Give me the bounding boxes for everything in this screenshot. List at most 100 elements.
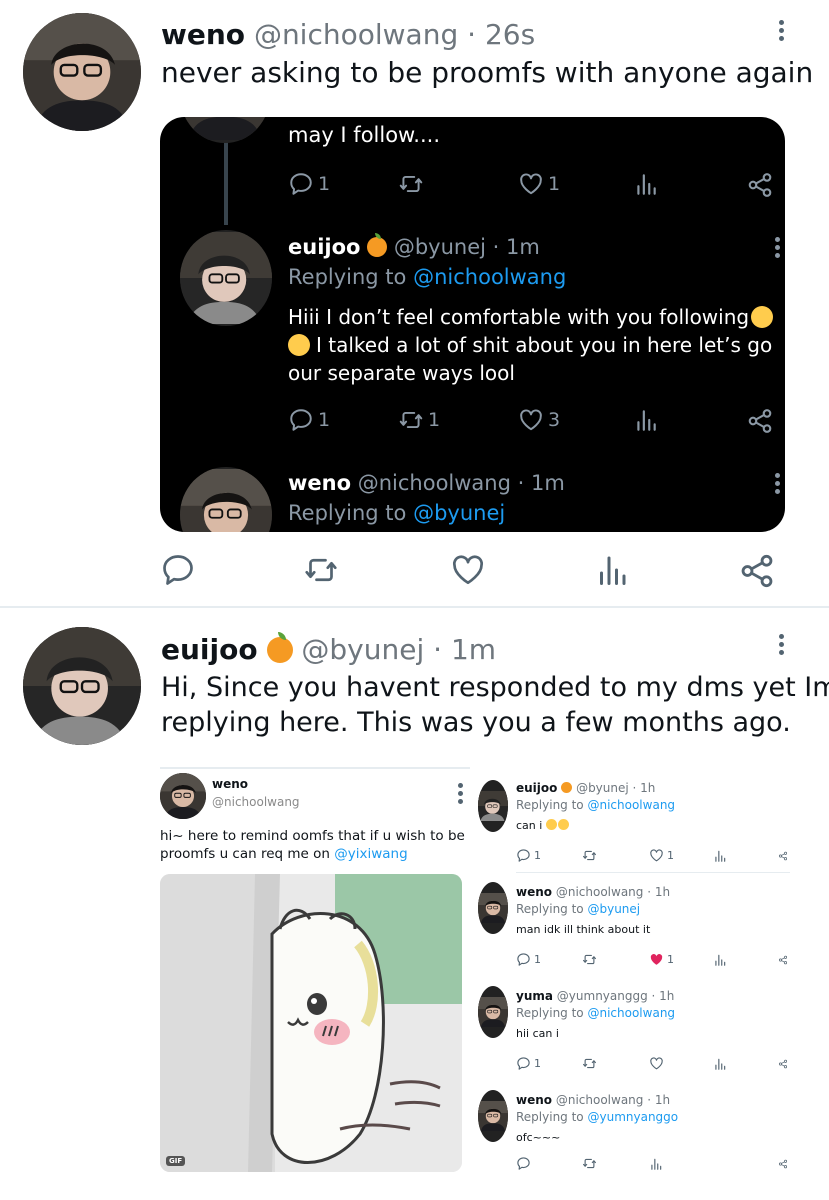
replying-to: Replying to @nichoolwang xyxy=(288,265,567,289)
avatar xyxy=(180,230,272,326)
like-icon xyxy=(649,952,664,967)
reply-button: 1 xyxy=(516,1056,541,1071)
action-bar: 1 1 xyxy=(288,171,778,199)
avatar[interactable] xyxy=(23,13,141,131)
analytics-button[interactable] xyxy=(633,171,659,197)
like-icon xyxy=(649,848,664,863)
retweet-button[interactable]: 1 xyxy=(398,407,440,433)
tweet-header: weno @nichoolwang · 26s xyxy=(161,17,535,53)
display-name: euijoo xyxy=(288,235,361,259)
like-button[interactable] xyxy=(450,552,486,588)
share-button[interactable] xyxy=(738,552,776,590)
retweet-icon xyxy=(398,407,424,433)
action-bar xyxy=(516,1156,786,1172)
reply-button: 1 xyxy=(516,952,541,967)
more-icon[interactable] xyxy=(775,473,780,494)
like-icon xyxy=(649,1056,664,1071)
reply-button[interactable]: 1 xyxy=(288,407,330,433)
crying-emoji xyxy=(288,334,310,356)
retweet-icon xyxy=(582,848,597,863)
avatar[interactable] xyxy=(23,627,141,745)
analytics-button[interactable] xyxy=(633,407,659,433)
reply-button[interactable]: 1 xyxy=(288,171,330,197)
reply-header: weno @nichoolwang · 1m xyxy=(288,469,565,497)
handle[interactable]: @byunej xyxy=(301,633,424,666)
analytics-icon xyxy=(713,1057,727,1071)
reply-button[interactable] xyxy=(160,552,196,588)
tweet-text: may I follow.... xyxy=(288,123,441,147)
reply-item: yuma @yumnyanggg · 1h Replying to @nicho… xyxy=(476,982,790,1082)
replying-to: Replying to @nichoolwang xyxy=(516,1006,676,1020)
more-icon[interactable] xyxy=(775,237,780,258)
display-name[interactable]: euijoo xyxy=(161,633,258,666)
like-icon xyxy=(518,407,544,433)
analytics-icon xyxy=(713,849,727,863)
retweet-icon xyxy=(398,171,424,197)
share-icon xyxy=(746,171,774,199)
reply-header: yuma @yumnyanggg · 1h xyxy=(516,989,675,1003)
like-icon xyxy=(518,171,544,197)
share-icon xyxy=(738,552,776,590)
timestamp: · 1m xyxy=(492,235,540,259)
timestamp[interactable]: · 26s xyxy=(467,18,535,51)
handle[interactable]: @nichoolwang xyxy=(254,18,458,51)
replying-to: Replying to @byunej xyxy=(288,501,506,525)
mention-link[interactable]: @byunej xyxy=(413,501,505,525)
share-icon xyxy=(746,407,774,435)
action-bar: 1 1 3 xyxy=(288,407,778,435)
top-border xyxy=(160,767,470,769)
tweet-text: never asking to be proomfs with anyone a… xyxy=(161,56,814,89)
retweet-button[interactable] xyxy=(303,552,339,588)
reply-icon xyxy=(516,1056,531,1071)
analytics-icon xyxy=(649,1157,663,1171)
like-button: 1 xyxy=(649,848,674,863)
attached-image-left[interactable]: weno @nichoolwang hi~ here to remind oom… xyxy=(160,767,470,1177)
handle: @byunej xyxy=(393,235,486,259)
orange-emoji xyxy=(561,782,573,793)
retweet-icon xyxy=(303,552,339,588)
share-icon xyxy=(778,1059,788,1069)
more-icon[interactable] xyxy=(779,634,784,655)
timestamp: · 1m xyxy=(517,471,565,495)
retweet-icon xyxy=(582,1156,597,1171)
chiikawa-illustration xyxy=(160,874,462,1172)
avatar xyxy=(478,882,508,934)
retweet-button[interactable] xyxy=(398,171,424,197)
tweet-action-bar xyxy=(160,552,780,588)
mention-link[interactable]: @nichoolwang xyxy=(413,265,566,289)
attached-image-right[interactable]: euijoo @byunej · 1h Replying to @nichool… xyxy=(476,774,790,1174)
reply-icon xyxy=(160,552,196,588)
like-button[interactable]: 3 xyxy=(518,407,560,433)
reply-item: weno @nichoolwang · 1h Replying to @byun… xyxy=(476,878,790,978)
reply-header: weno @nichoolwang · 1h xyxy=(516,885,671,899)
display-name: weno xyxy=(288,471,352,495)
reply-button: 1 xyxy=(516,848,541,863)
quoted-screenshot[interactable]: may I follow.... 1 1 euijoo @byunej · 1m… xyxy=(160,117,785,532)
timestamp[interactable]: · 1m xyxy=(433,633,496,666)
crying-emoji xyxy=(751,306,774,328)
share-button[interactable] xyxy=(746,171,774,199)
display-name: weno xyxy=(212,777,249,791)
replying-to: Replying to @byunej xyxy=(516,902,641,916)
avatar xyxy=(160,773,206,819)
share-button[interactable] xyxy=(746,407,774,435)
more-icon[interactable] xyxy=(779,20,784,41)
retweet-icon xyxy=(582,952,597,967)
share-icon xyxy=(778,1159,788,1169)
replying-to: Replying to @yumnyanggo xyxy=(516,1110,679,1124)
like-button[interactable]: 1 xyxy=(518,171,560,197)
handle: @nichoolwang xyxy=(212,795,300,809)
avatar xyxy=(180,467,272,532)
tweet-text: hi~ here to remind oomfs that if u wish … xyxy=(160,828,465,862)
handle: @nichoolwang xyxy=(357,471,511,495)
display-name[interactable]: weno xyxy=(161,18,245,51)
retweet-icon xyxy=(582,1056,597,1071)
reply-icon xyxy=(288,407,314,433)
reply-icon xyxy=(516,952,531,967)
reply-text: ofc~~~ xyxy=(516,1131,561,1144)
gif-image: GIF xyxy=(160,874,462,1172)
analytics-button[interactable] xyxy=(594,552,630,588)
analytics-icon xyxy=(633,171,659,197)
avatar xyxy=(478,986,508,1038)
analytics-icon xyxy=(713,953,727,967)
